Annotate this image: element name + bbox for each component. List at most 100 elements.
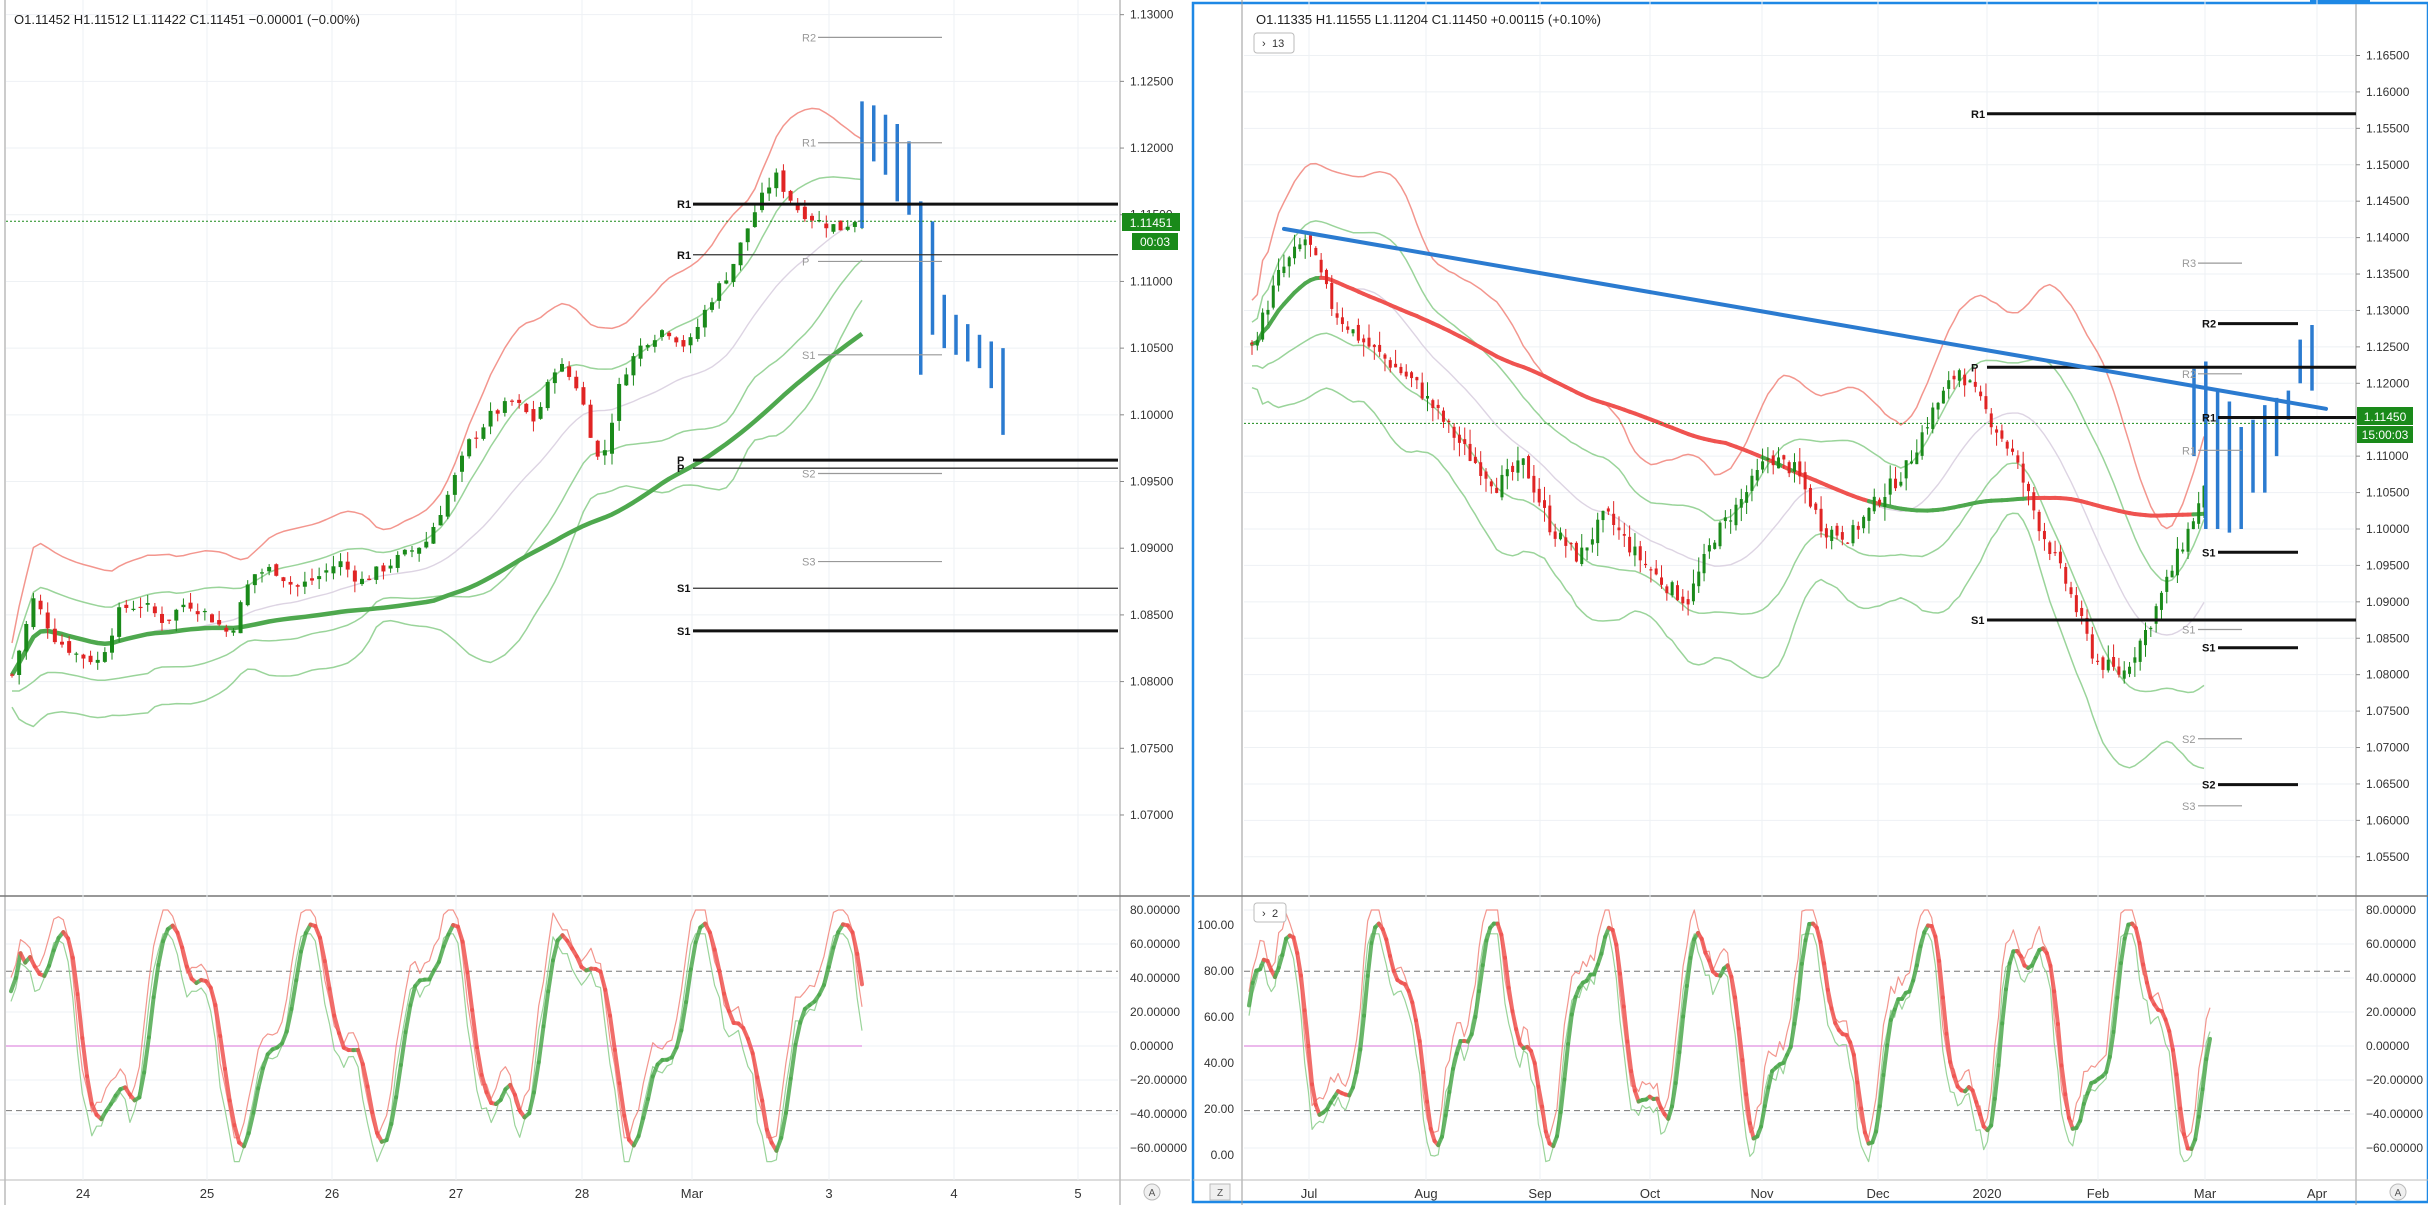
candle-body [2159,592,2163,610]
pivot-label: R2 [2182,369,2196,381]
candle-body [1548,505,1552,533]
candle-body [81,654,86,659]
candle-body [445,494,450,517]
candle-body [767,187,772,194]
candle-body [2048,542,2052,554]
candle-body [38,600,43,610]
candle-body [545,382,550,409]
candle-body [738,242,743,266]
price-tick-label: 1.12000 [1130,141,1174,155]
svg-text:A: A [1149,1188,1156,1199]
candle-body [1585,547,1589,551]
candle-body [2143,629,2147,646]
osc-tick-label: −40.00000 [1130,1107,1187,1121]
candle-body [202,610,207,613]
candle-body [310,578,314,581]
candle-body [1367,337,1371,347]
candle-body [2074,595,2078,613]
pivot-label: S1 [2202,547,2215,559]
price-tick-label: 1.14000 [2366,231,2410,245]
candle-body [1660,577,1664,585]
candle-body [1761,461,1765,470]
right-chart-panel[interactable] [1191,0,2428,1205]
candle-body [2090,634,2094,659]
candle-body [1558,532,1562,540]
candle-body [1255,340,1259,346]
candle-body [1324,269,1328,285]
candle-body [1920,432,1924,456]
pivot-label: S1 [802,350,815,362]
candle-body [1468,443,1472,461]
candle-body [338,561,343,568]
candle-body [1399,366,1403,374]
osc-tick-label: 0.00000 [1130,1039,1174,1053]
candle-body [88,655,93,663]
pivot-label: S1 [677,583,690,595]
candle-body [717,283,722,301]
left-chart-panel[interactable] [0,0,1190,1205]
osc-tick-label: 60.00000 [1130,937,1180,951]
candle-body [1856,525,1860,530]
candle-body [2197,503,2201,524]
right-zoom-button[interactable]: Z [1209,1183,1231,1201]
candle-body [1888,478,1892,495]
candle-body [1266,309,1270,315]
candle-body [2149,627,2153,630]
price-tick-label: 1.13000 [1130,8,1174,22]
right-collapse-indicators-button[interactable]: › 13 [1253,32,1295,54]
candle-body [1851,525,1855,544]
candle-body [460,455,464,472]
left-scale-button[interactable]: A [1143,1183,1161,1201]
right-collapse-osc-button[interactable]: › 2 [1253,902,1287,923]
candle-body [1553,531,1557,539]
pivot-label: R2 [802,32,816,44]
candle-body [1824,528,1828,538]
candle-body [1803,472,1807,490]
candle-body [1537,488,1541,503]
price-tick-label: 1.09000 [2366,595,2410,609]
candle-body [167,619,172,621]
candle-body [1777,457,1781,469]
chart-workspace[interactable]: R2R1R1R1PS1PP S2S3S1S1 R1R3R2PR2R1R1S1S1S… [0,0,2428,1205]
candle-body [602,450,607,456]
price-tick-label: 1.13000 [2366,303,2410,317]
time-label: 24 [76,1186,90,1201]
candle-body [1963,374,1967,386]
candle-body [60,641,64,645]
right-scale-button[interactable]: A [2389,1183,2407,1201]
time-label: 4 [950,1186,957,1201]
candle-body [431,526,436,544]
candle-body [824,223,829,229]
candle-body [2053,552,2057,554]
candle-body [1979,391,1983,397]
osc-tick-label: 40.00000 [1130,971,1180,985]
candle-body [2000,430,2004,439]
price-tick-label: 1.05500 [2366,850,2410,864]
candle-body [267,566,272,572]
time-label: 5 [1074,1186,1081,1201]
right-ohlc-legend: O1.11335 H1.11555 L1.11204 C1.11450 +0.0… [1256,12,1601,27]
candle-body [660,330,664,337]
candle-body [1378,344,1382,352]
candle-body [1633,546,1637,556]
price-tick-label: 1.11000 [2366,449,2409,463]
candle-body [1590,539,1594,545]
candle-body [567,366,572,377]
osc-tick-label: 60.00000 [2366,937,2416,951]
osc-tick-label: 20.00000 [2366,1005,2416,1019]
candle-body [131,608,136,610]
candle-body [1543,500,1547,508]
candle-body [288,581,293,585]
candle-body [1282,266,1286,273]
time-label: Mar [2194,1186,2217,1201]
osc-left-tick-label: 80.00 [1204,964,1234,978]
candle-body [2037,511,2041,532]
candle-body [1441,410,1445,422]
candle-body [24,624,29,652]
candle-body [2138,640,2142,662]
candle-body [1766,458,1770,461]
pivot-label: S3 [2182,801,2195,813]
candle-body [110,635,114,653]
osc-tick-label: 40.00000 [2366,971,2416,985]
price-tick-label: 1.12500 [2366,340,2410,354]
